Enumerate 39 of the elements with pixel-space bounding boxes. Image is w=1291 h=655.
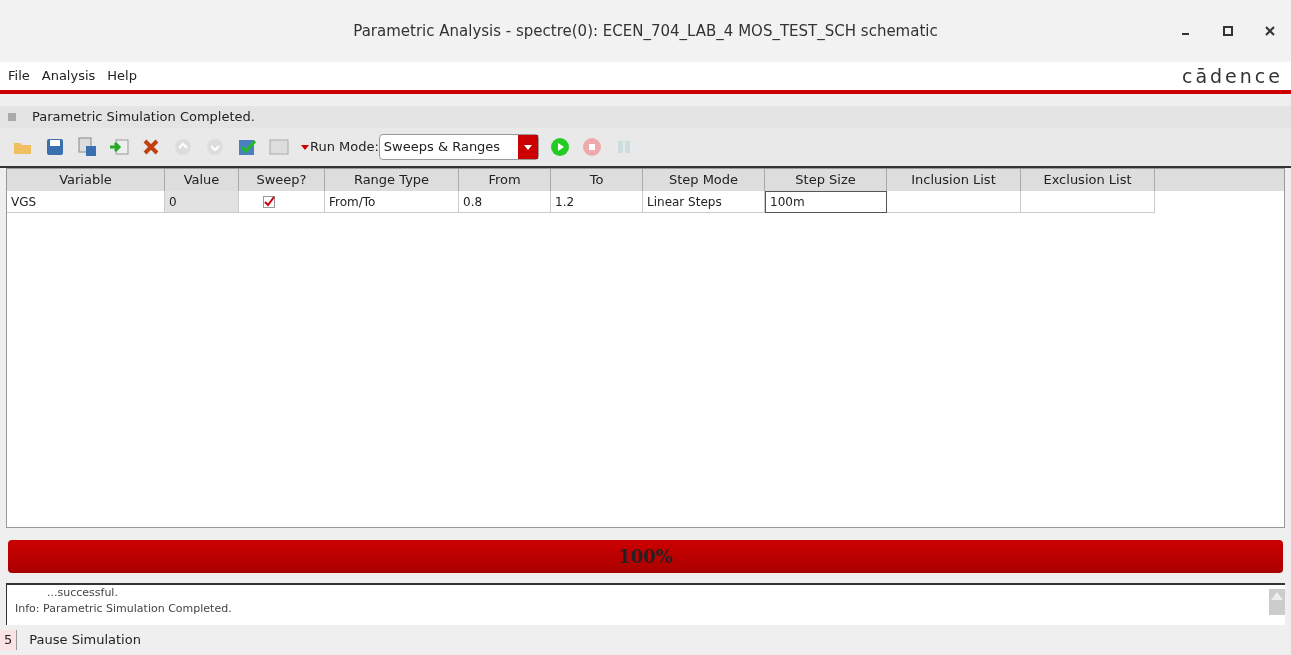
status-message: Parametric Simulation Completed. — [32, 108, 255, 127]
table-cell-text: 1.2 — [555, 193, 575, 211]
log-line: ...successful. — [46, 585, 119, 601]
column-header[interactable]: Exclusion List — [1021, 169, 1155, 191]
sweep-checkbox[interactable] — [263, 195, 275, 208]
column-header[interactable]: Range Type — [325, 169, 459, 191]
log-line: Info: Parametric Simulation Completed. — [15, 601, 233, 617]
stop-icon[interactable] — [580, 136, 603, 158]
menu-item[interactable]: File — [8, 66, 30, 86]
column-header[interactable]: Sweep? — [239, 169, 325, 191]
table-cell-text: 0 — [169, 193, 177, 211]
save-icon[interactable] — [44, 136, 66, 158]
brand-logo: cādence — [1181, 63, 1283, 89]
column-header[interactable]: Step Mode — [643, 169, 765, 191]
status-icon — [8, 113, 16, 121]
import-icon[interactable] — [108, 136, 130, 158]
window-title: Parametric Analysis - spectre(0): ECEN_704_LAB_4 MOS_TEST_SCH schematic — [353, 20, 938, 42]
menu-item[interactable]: Help — [107, 66, 137, 86]
caret-icon[interactable] — [300, 142, 310, 152]
status-number: 5 — [0, 630, 18, 650]
run-mode-dropdown[interactable]: Sweeps & Ranges — [378, 134, 539, 160]
table-cell-text: VGS — [11, 193, 37, 211]
run-icon[interactable] — [548, 136, 571, 158]
table-cell-text: From/To — [329, 193, 376, 211]
table-cell-text: Linear Steps — [647, 193, 722, 211]
status-text: Pause Simulation — [29, 631, 141, 650]
maximize-icon[interactable] — [1223, 26, 1233, 36]
column-header[interactable]: Inclusion List — [887, 169, 1021, 191]
column-header[interactable]: Variable — [7, 169, 165, 191]
column-header[interactable]: From — [459, 169, 551, 191]
close-icon[interactable] — [1265, 26, 1275, 36]
run-mode-label: Run Mode: — [310, 138, 379, 157]
menu-item[interactable]: Analysis — [41, 66, 96, 86]
step-size-field[interactable]: 100m — [765, 191, 887, 213]
table-cell-text: 0.8 — [463, 193, 483, 211]
save-as-icon[interactable] — [76, 136, 98, 158]
column-header[interactable]: Step Size — [765, 169, 887, 191]
column-header[interactable]: To — [551, 169, 643, 191]
progress-label: 100% — [617, 545, 674, 569]
